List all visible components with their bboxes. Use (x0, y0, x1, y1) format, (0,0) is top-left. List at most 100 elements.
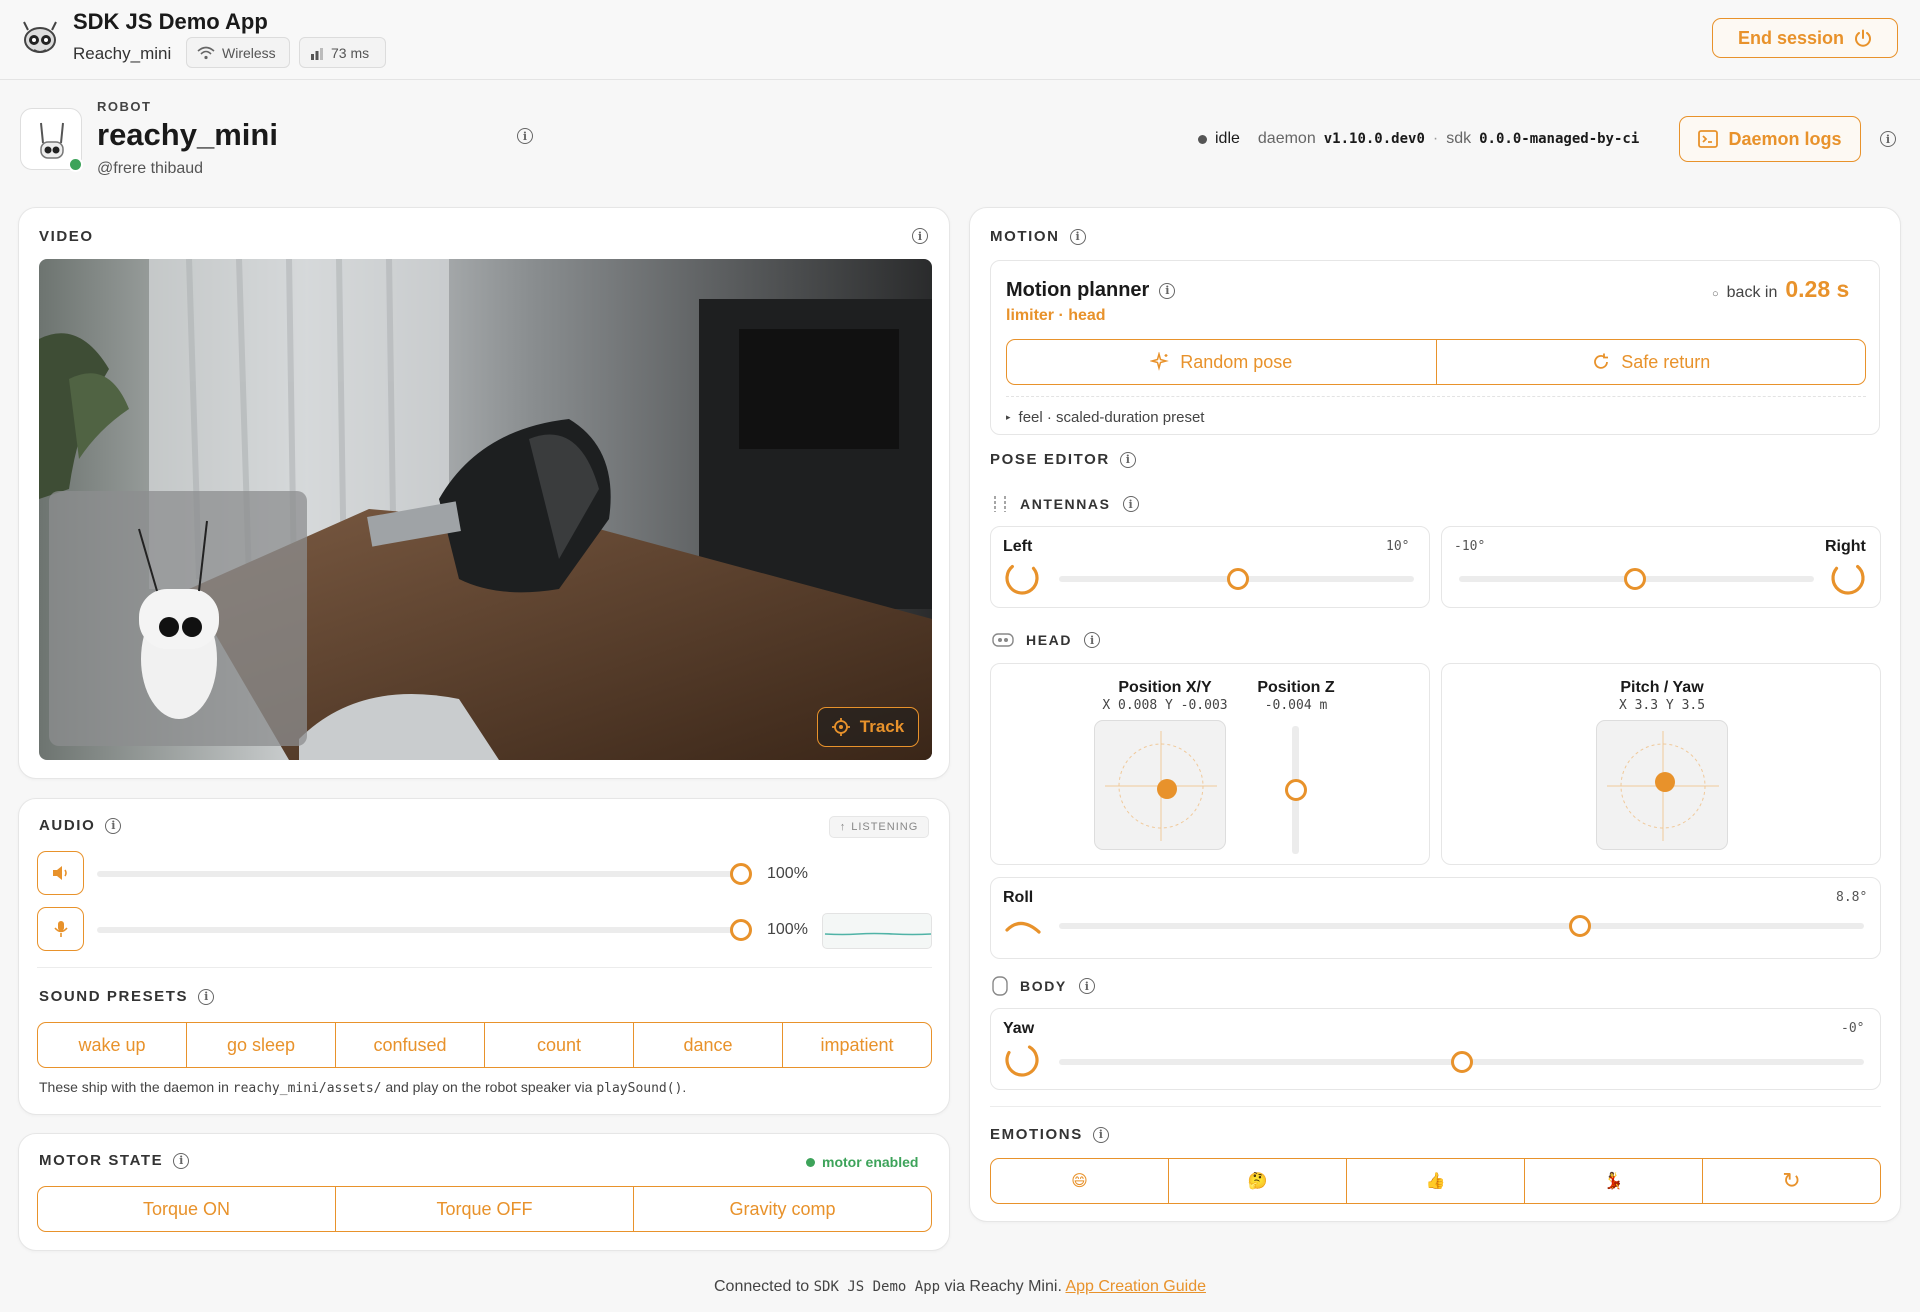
emotion-happy-button[interactable]: 😄 (991, 1159, 1169, 1203)
sound-preset-confused[interactable]: confused (336, 1023, 485, 1067)
robot-online-indicator (68, 157, 83, 172)
emotion-reset-button[interactable]: ↻ (1703, 1159, 1880, 1203)
pose-editor-section-label: POSE EDITOR (990, 451, 1110, 468)
position-z-thumb[interactable] (1285, 779, 1307, 801)
arrow-up-icon: ↑ (839, 821, 847, 833)
sound-presets-section-label: SOUND PRESETS (39, 988, 189, 1005)
audio-section-label: AUDIO (39, 817, 96, 834)
latency-chip: 73 ms (299, 37, 386, 68)
roll-dial-icon (1005, 921, 1041, 934)
daemon-logs-button[interactable]: Daemon logs (1679, 116, 1861, 162)
emotion-thumbs-up-button[interactable]: 👍 (1347, 1159, 1525, 1203)
emotions-section-label: EMOTIONS (990, 1126, 1083, 1143)
roll-thumb[interactable] (1569, 915, 1591, 937)
pitch-yaw-readout: X 3.3 Y 3.5 (1618, 698, 1706, 713)
robot-info-icon[interactable]: i (517, 128, 533, 144)
motion-heading: MOTION i (990, 228, 1086, 245)
mic-mute-button[interactable] (37, 907, 84, 951)
daemon-label: daemon (1257, 130, 1316, 147)
motion-planner-info-icon[interactable]: i (1159, 282, 1176, 299)
motion-info-icon[interactable]: i (1069, 228, 1086, 245)
sound-preset-impatient[interactable]: impatient (783, 1023, 931, 1067)
gravity-comp-button[interactable]: Gravity comp (634, 1187, 931, 1231)
position-z-readout: -0.004 m (1264, 698, 1328, 713)
crosshair-icon (831, 718, 850, 736)
left-antenna-thumb[interactable] (1227, 568, 1249, 590)
antennas-info-icon[interactable]: i (1122, 496, 1139, 512)
sound-preset-count[interactable]: count (485, 1023, 634, 1067)
robot-owner: @frere thibaud (97, 160, 204, 177)
safe-return-button[interactable]: Safe return (1437, 340, 1866, 384)
app-creation-guide-link[interactable]: App Creation Guide (1065, 1278, 1206, 1295)
track-button[interactable]: Track (817, 707, 919, 747)
signal-bars-icon (311, 47, 323, 60)
mic-volume-thumb[interactable] (730, 919, 752, 941)
random-pose-button[interactable]: Random pose (1007, 340, 1437, 384)
sound-preset-wake-up[interactable]: wake up (38, 1023, 187, 1067)
head-info-icon[interactable]: i (1084, 632, 1101, 648)
body-yaw-value: -0° (1841, 1021, 1865, 1036)
device-name: Reachy_mini (73, 44, 172, 63)
speaker-volume-thumb[interactable] (730, 863, 752, 885)
latency-label: 73 ms (331, 44, 370, 61)
feel-disclosure[interactable]: ▸ feel · scaled-duration preset (1006, 409, 1204, 426)
power-icon (1855, 29, 1871, 47)
robot-section-label: ROBOT (97, 99, 152, 114)
sound-presets-note: These ship with the daemon in reachy_min… (39, 1079, 686, 1096)
robot-status-line: idle daemon v1.10.0.dev0 · sdk 0.0.0-man… (1198, 130, 1639, 148)
torque-on-button[interactable]: Torque ON (38, 1187, 336, 1231)
pitch-yaw-pad[interactable] (1596, 720, 1728, 850)
note-middle: and play on the robot speaker via (381, 1079, 597, 1095)
clock-icon: ○ (1712, 288, 1719, 300)
pose-editor-info-icon[interactable]: i (1119, 451, 1136, 468)
audio-info-icon[interactable]: i (105, 817, 122, 834)
emotions-info-icon[interactable]: i (1092, 1126, 1109, 1143)
roll-value: 8.8° (1836, 890, 1868, 905)
body-icon (992, 976, 1008, 996)
speaker-mute-button[interactable] (37, 851, 84, 895)
body-yaw-thumb[interactable] (1451, 1051, 1473, 1073)
emotion-thinking-button[interactable]: 🤔 (1169, 1159, 1347, 1203)
end-session-button[interactable]: End session (1712, 18, 1898, 58)
video-feed: Track (39, 259, 932, 760)
separator-dot: · (1432, 130, 1439, 147)
position-xy-pad[interactable] (1094, 720, 1226, 850)
daemon-info-icon[interactable]: i (1880, 131, 1896, 147)
left-antenna-label: Left (1003, 538, 1033, 555)
motion-planner-title: Motion planner (1006, 279, 1150, 301)
motor-state-info-icon[interactable]: i (173, 1152, 190, 1169)
motion-actions-group: Random pose Safe return (1006, 339, 1866, 385)
microphone-icon (53, 921, 68, 937)
antennas-icon (994, 496, 1006, 512)
motion-planner-panel: Motion planner i limiter · head ○ back i… (990, 260, 1880, 435)
motor-state-section-label: MOTOR STATE (39, 1152, 164, 1169)
left-antenna-dial-icon (1005, 564, 1039, 595)
sound-preset-dance[interactable]: dance (634, 1023, 783, 1067)
right-antenna-thumb[interactable] (1624, 568, 1646, 590)
video-section-label: VIDEO (39, 228, 94, 245)
motion-section-label: MOTION (990, 228, 1060, 245)
roll-slider[interactable] (1059, 923, 1864, 929)
robot-status: idle (1215, 130, 1240, 147)
connection-label: Wireless (222, 44, 276, 61)
left-antenna-value: 10° (1386, 539, 1410, 554)
speaker-volume-slider[interactable] (97, 871, 743, 877)
torque-off-button[interactable]: Torque OFF (336, 1187, 634, 1231)
body-yaw-dial-icon (1005, 1045, 1039, 1077)
sound-presets-info-icon[interactable]: i (198, 988, 215, 1005)
right-antenna-label: Right (1825, 538, 1866, 555)
app-logo-icon (23, 21, 57, 53)
sound-preset-go-sleep[interactable]: go sleep (187, 1023, 336, 1067)
footer-prefix: Connected to (714, 1278, 814, 1295)
motor-state-card: MOTOR STATE i motor enabled Torque ON To… (18, 1133, 950, 1251)
video-info-icon[interactable]: i (912, 228, 928, 244)
video-card: VIDEO i Track (18, 207, 950, 779)
sparkle-icon (1150, 352, 1170, 371)
app-title: SDK JS Demo App (73, 9, 268, 34)
body-info-icon[interactable]: i (1078, 978, 1095, 994)
footer-middle: via (940, 1278, 970, 1295)
wifi-icon (197, 46, 215, 59)
emotion-dance-button[interactable]: 💃 (1525, 1159, 1703, 1203)
mic-volume-slider[interactable] (97, 927, 743, 933)
pitch-yaw-title: Pitch / Yaw (1620, 679, 1704, 696)
